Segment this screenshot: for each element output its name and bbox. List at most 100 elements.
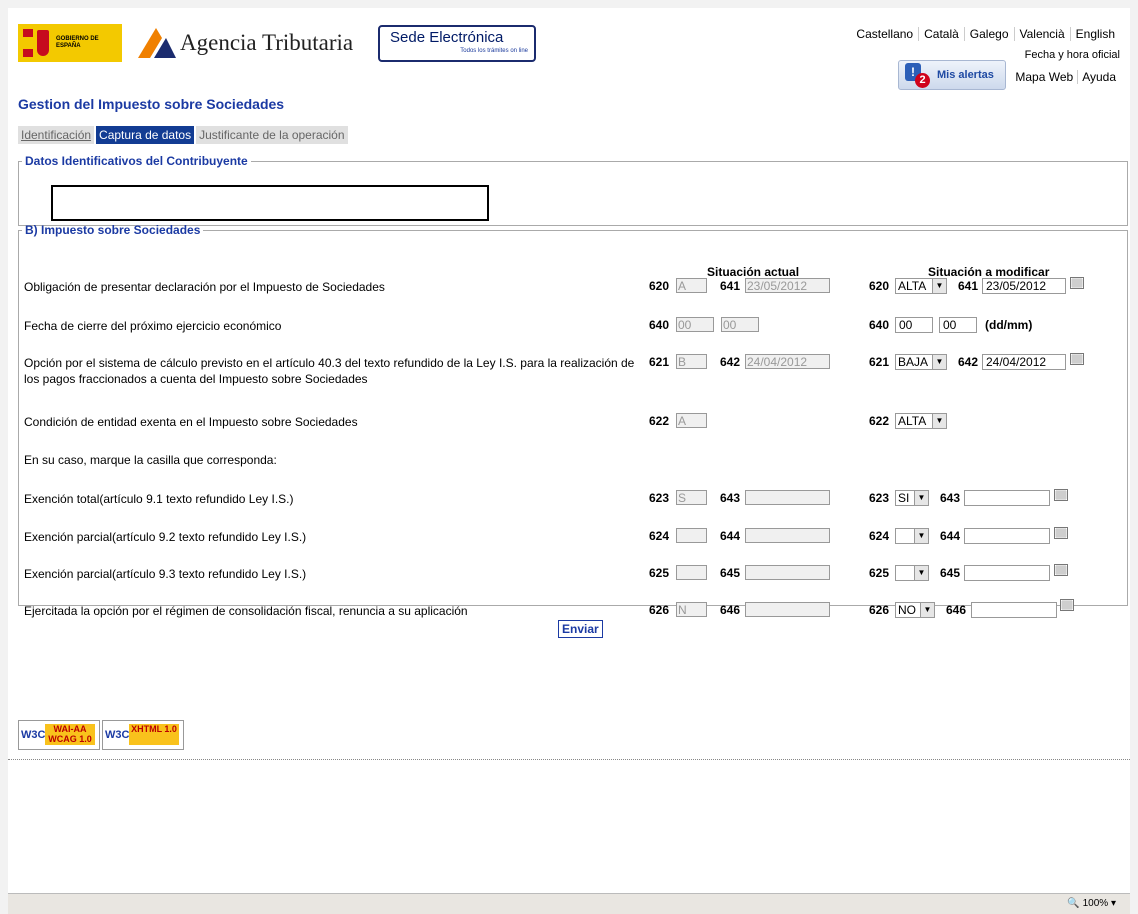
lang-english[interactable]: English (1071, 27, 1120, 41)
box-code: 624 (649, 529, 670, 543)
box-code: 621 (649, 355, 670, 369)
chevron-down-icon: ▼ (914, 491, 928, 505)
browser-status-bar: 🔍 100% ▾ (8, 893, 1130, 914)
row-label: Exención parcial(artículo 9.3 texto refu… (24, 567, 307, 581)
modify-645-input[interactable] (964, 565, 1050, 581)
row-exencion-parcial-92: Exención parcial(artículo 9.2 texto refu… (24, 527, 1124, 547)
calendar-icon[interactable] (1054, 564, 1068, 576)
modify-640-day-input[interactable]: 00 (895, 317, 933, 333)
current-623-field: S (676, 490, 707, 505)
current-646-field (745, 602, 830, 617)
row-obligacion: Obligación de presentar declaración por … (24, 277, 1124, 297)
current-620-field: A (676, 278, 707, 293)
zoom-icon: 🔍 (1067, 898, 1080, 909)
accessibility-badges: W3C WAI-AA WCAG 1.0 W3C XHTML 1.0 (18, 720, 186, 750)
alerts-button[interactable]: ! 2 Mis alertas (898, 60, 1006, 90)
modify-643-input[interactable] (964, 490, 1050, 506)
box-code: 626 (869, 603, 890, 617)
box-code: 620 (649, 279, 670, 293)
row-opcion-calculo: Opción por el sistema de cálculo previst… (24, 353, 1124, 393)
alerts-count-badge: 2 (915, 73, 930, 88)
utility-links: Mapa Web Ayuda (1011, 70, 1120, 84)
language-menu: Castellano Català Galego Valencià English (851, 27, 1120, 41)
row-exencion-total: Exención total(artículo 9.1 texto refund… (24, 489, 1124, 509)
box-code: 645 (720, 566, 741, 580)
lang-valencia[interactable]: Valencià (1014, 27, 1071, 41)
modify-644-input[interactable] (964, 528, 1050, 544)
box-code: 625 (869, 566, 890, 580)
page: GOBIERNO DE ESPAÑA Agencia Tributaria Se… (8, 8, 1130, 893)
step-identificacion[interactable]: Identificación (18, 126, 95, 144)
modify-646-input[interactable] (971, 602, 1057, 618)
lang-castellano[interactable]: Castellano (851, 27, 920, 41)
taxpayer-id-section: Datos Identificativos del Contribuyente (18, 154, 1128, 226)
row-consolidacion-fiscal: Ejercitada la opción por el régimen de c… (24, 599, 1124, 621)
box-code: 641 (958, 279, 979, 293)
modify-625-select[interactable]: ▼ (895, 565, 929, 581)
current-626-field: N (676, 602, 707, 617)
sede-electronica-logo[interactable]: Sede Electrónica Todos los trámites on l… (378, 25, 536, 62)
modify-621-select[interactable]: BAJA ▼ (895, 354, 947, 370)
modify-626-select[interactable]: NO ▼ (895, 602, 935, 618)
xhtml-badge[interactable]: W3C XHTML 1.0 (102, 720, 184, 750)
taxpayer-id-legend: Datos Identificativos del Contribuyente (25, 154, 248, 168)
modify-623-select[interactable]: SI ▼ (895, 490, 929, 506)
agencia-tributaria-logo-icon[interactable] (136, 22, 176, 62)
chevron-down-icon: ▾ (1110, 898, 1116, 909)
page-title: Gestion del Impuesto sobre Sociedades (18, 96, 285, 112)
modify-640-month-input[interactable]: 00 (939, 317, 977, 333)
box-code: 622 (649, 414, 670, 428)
date-format-note: (dd/mm) (985, 318, 1033, 332)
modify-642-input[interactable]: 24/04/2012 (982, 354, 1066, 370)
spain-flag-icon (23, 29, 33, 57)
modify-641-input[interactable]: 23/05/2012 (982, 278, 1066, 294)
sitemap-link[interactable]: Mapa Web (1011, 70, 1079, 84)
calendar-icon[interactable] (1070, 277, 1084, 289)
box-code: 645 (940, 566, 961, 580)
current-624-field (676, 528, 707, 543)
gobierno-logo[interactable]: GOBIERNO DE ESPAÑA (18, 24, 122, 62)
box-code: 620 (869, 279, 890, 293)
row-instruction: En su caso, marque la casilla que corres… (24, 450, 1124, 470)
row-label: Opción por el sistema de cálculo previst… (24, 356, 635, 386)
row-label: Obligación de presentar declaración por … (24, 280, 385, 294)
current-621-field: B (676, 354, 707, 369)
select-value: SI (898, 491, 910, 505)
modify-624-select[interactable]: ▼ (895, 528, 929, 544)
footer-divider (8, 759, 1130, 760)
box-code: 641 (720, 279, 741, 293)
modify-620-select[interactable]: ALTA ▼ (895, 278, 947, 294)
wizard-steps: Identificación Captura de datos Justifican… (18, 126, 350, 144)
wai-aa-badge[interactable]: W3C WAI-AA WCAG 1.0 (18, 720, 100, 750)
box-code: 623 (869, 491, 890, 505)
box-code: 644 (940, 529, 961, 543)
corporate-tax-legend: B) Impuesto sobre Sociedades (25, 223, 201, 237)
row-label: Fecha de cierre del próximo ejercicio ec… (24, 319, 282, 333)
modify-622-select[interactable]: ALTA ▼ (895, 413, 947, 429)
agency-name[interactable]: Agencia Tributaria (180, 30, 353, 56)
lang-catala[interactable]: Català (919, 27, 965, 41)
help-link[interactable]: Ayuda (1078, 70, 1120, 84)
calendar-icon[interactable] (1054, 527, 1068, 539)
row-entidad-exenta: Condición de entidad exenta en el Impues… (24, 412, 1124, 432)
current-625-field (676, 565, 707, 580)
w3c-logo-text: W3C (105, 729, 130, 741)
calendar-icon[interactable] (1054, 489, 1068, 501)
calendar-icon[interactable] (1060, 599, 1074, 611)
zoom-control[interactable]: 🔍 100% ▾ (1067, 898, 1116, 909)
current-640-month-field: 00 (721, 317, 759, 332)
chevron-down-icon: ▼ (914, 566, 928, 580)
submit-button[interactable]: Enviar (558, 620, 603, 638)
official-time-link[interactable]: Fecha y hora oficial (1025, 49, 1120, 61)
box-code: 643 (720, 491, 741, 505)
step-captura-datos: Captura de datos (96, 126, 195, 144)
box-code: 626 (649, 603, 670, 617)
calendar-icon[interactable] (1070, 353, 1084, 365)
lang-galego[interactable]: Galego (964, 27, 1015, 41)
chevron-down-icon: ▼ (920, 603, 934, 617)
wai-badge-text: WAI-AA WCAG 1.0 (45, 724, 95, 745)
current-644-field (745, 528, 830, 543)
box-code: 622 (869, 414, 890, 428)
corporate-tax-section: B) Impuesto sobre Sociedades Situación a… (18, 223, 1128, 618)
row-label: Condición de entidad exenta en el Impues… (24, 415, 358, 429)
